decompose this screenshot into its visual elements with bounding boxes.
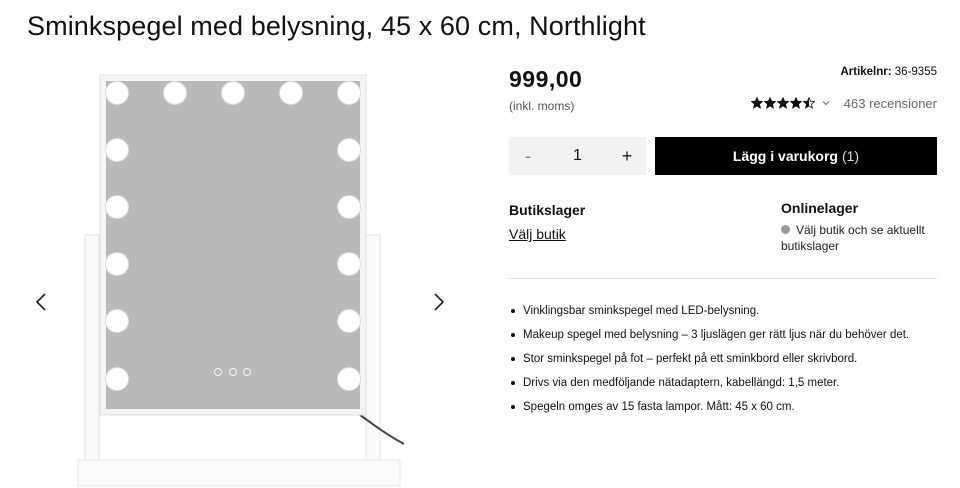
bulb <box>279 81 303 105</box>
star-icon <box>750 97 763 109</box>
bulb <box>337 252 361 276</box>
star-icon <box>763 97 776 109</box>
feature-item: Makeup spegel med belysning – 3 ljusläge… <box>509 326 909 350</box>
add-to-cart-button[interactable]: Lägg i varukorg (1) <box>655 137 937 175</box>
feature-item: Vinklingsbar sminkspegel med LED-belysni… <box>509 302 909 326</box>
product-gallery <box>0 60 480 488</box>
store-stock-heading: Butikslager <box>509 202 586 218</box>
online-stock-heading: Onlinelager <box>781 200 859 216</box>
product-title: Sminkspegel med belysning, 45 x 60 cm, N… <box>27 11 646 41</box>
bulb <box>337 309 361 333</box>
gallery-prev-button[interactable] <box>31 288 51 316</box>
bulb <box>105 81 129 105</box>
review-count-link[interactable]: 463 recensioner <box>844 96 937 111</box>
bulb <box>163 81 187 105</box>
chevron-right-icon <box>434 293 445 311</box>
choose-store-link[interactable]: Välj butik <box>509 226 566 242</box>
bulb <box>337 367 361 391</box>
bulb <box>221 81 245 105</box>
feature-list: Vinklingsbar sminkspegel med LED-belysni… <box>509 302 909 422</box>
bulb <box>105 309 129 333</box>
star-icon <box>802 97 815 109</box>
status-dot-icon <box>781 225 790 234</box>
feature-item: Stor sminkspegel på fot – perfekt på ett… <box>509 350 909 374</box>
feature-item: Drivs via den medföljande nätadaptern, k… <box>509 374 909 398</box>
bulb <box>105 252 129 276</box>
add-to-cart-label: Lägg i varukorg <box>732 148 838 164</box>
bulb <box>337 195 361 219</box>
rating-stars <box>750 97 815 109</box>
article-number-label: Artikelnr: <box>840 66 892 78</box>
article-number: Artikelnr: 36-9355 <box>840 66 937 78</box>
gallery-next-button[interactable] <box>429 288 449 316</box>
online-stock-text: Välj butik och se aktuellt butikslager <box>781 223 925 253</box>
divider <box>509 278 937 279</box>
bulb <box>105 367 129 391</box>
article-number-value: 36-9355 <box>894 66 937 78</box>
rating-summary[interactable]: 463 recensioner <box>750 94 937 112</box>
vat-note: (inkl. moms) <box>509 99 575 113</box>
chevron-down-icon <box>822 101 830 106</box>
increase-quantity-button[interactable]: + <box>608 137 646 175</box>
star-icon <box>776 97 789 109</box>
bulb <box>337 81 361 105</box>
online-stock-status: Välj butik och se aktuellt butikslager <box>781 222 941 254</box>
chevron-left-icon <box>35 293 46 311</box>
decrease-quantity-button[interactable]: - <box>509 137 547 175</box>
product-price: 999,00 <box>509 66 583 92</box>
bulb <box>337 138 361 162</box>
bulb <box>105 138 129 162</box>
cart-count: (1) <box>841 148 860 164</box>
feature-item: Spegeln omges av 15 fasta lampor. Mått: … <box>509 398 909 422</box>
star-icon <box>789 97 802 109</box>
bulb <box>105 195 129 219</box>
quantity-value[interactable]: 1 <box>547 147 608 165</box>
quantity-stepper: - 1 + <box>509 137 646 175</box>
product-image[interactable] <box>70 70 410 488</box>
